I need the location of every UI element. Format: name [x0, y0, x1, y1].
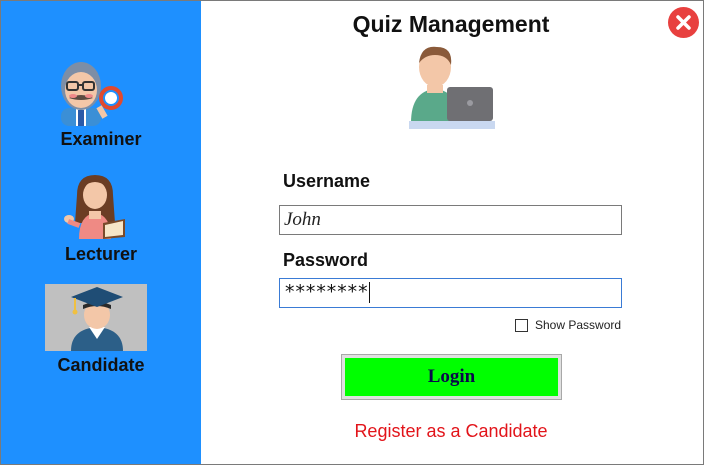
sidebar-item-label: Examiner	[60, 129, 142, 149]
show-password-checkbox[interactable]	[515, 319, 528, 332]
lecturer-icon	[64, 175, 125, 239]
show-password-label: Show Password	[535, 318, 622, 332]
register-link[interactable]: Register as a Candidate	[201, 421, 701, 442]
login-button-label: Login	[345, 358, 558, 396]
password-masked-value: ********	[284, 281, 369, 303]
username-input[interactable]	[280, 206, 621, 234]
login-button[interactable]: Login	[341, 354, 562, 400]
login-window: Examiner Lecturer Candidate Quiz Managem…	[0, 0, 704, 465]
user-laptop-icon	[409, 46, 495, 129]
examiner-icon	[61, 62, 123, 126]
username-label: Username	[283, 171, 371, 191]
close-button[interactable]	[668, 7, 699, 38]
password-label: Password	[283, 250, 369, 270]
sidebar-item-label: Lecturer	[64, 244, 138, 264]
candidate-graduate-icon	[71, 287, 123, 351]
role-sidebar: Examiner Lecturer Candidate	[1, 1, 201, 464]
password-input[interactable]: ********	[279, 278, 622, 308]
text-caret	[369, 282, 370, 303]
page-title: Quiz Management	[352, 11, 550, 37]
sidebar-item-label: Candidate	[57, 355, 145, 375]
close-icon	[676, 15, 691, 30]
username-field-box	[279, 205, 622, 235]
